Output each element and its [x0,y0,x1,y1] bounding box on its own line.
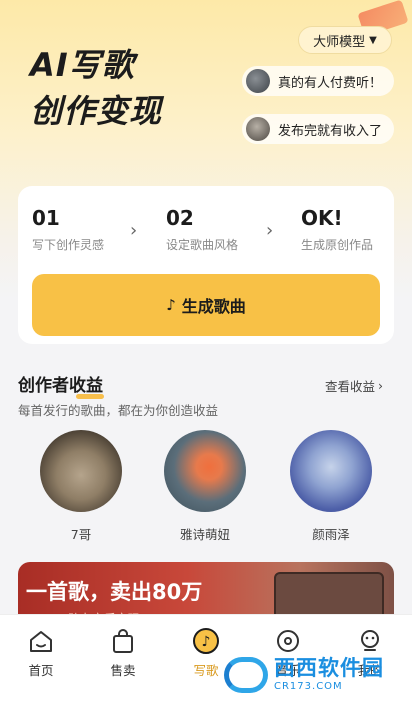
hero-title-line1: AI写歌 [30,46,135,84]
creator-avatar [40,430,122,512]
tab-home[interactable]: 首页 [11,627,71,679]
step-set-style: 02 设定歌曲风格 [166,206,238,253]
step-generate-work: OK! 生成原创作品 [301,206,373,253]
earnings-subtitle: 每首发行的歌曲，都在为你创造收益 [18,403,219,418]
shopping-bag-icon [93,627,153,655]
music-note-icon: ♪ [176,627,236,655]
svg-text:♪: ♪ [202,634,211,650]
testimonial-text: 发布完就有收入了 [278,123,383,139]
home-icon [11,627,71,655]
disc-icon [258,627,318,655]
model-select-label: 大师模型 [313,34,366,50]
triangle-down-icon: ▼ [369,34,377,46]
creator-name: 7哥 [70,527,92,542]
creator-earnings-title: 创作者收益 [18,371,104,399]
generate-song-button[interactable]: ♪ 生成歌曲 [32,274,380,336]
view-earnings-link[interactable]: 查看收益 › [325,376,383,395]
chevron-right-icon: › [378,378,384,393]
watermark-url: CR173.COM [274,681,343,692]
section-title-text: 创作者收益 [18,376,103,396]
step-number: 01 [32,206,60,230]
creator-name: 雅诗萌妞 [179,527,230,542]
chevron-right-icon: › [266,220,274,241]
steps-card: 01 写下创作灵感 › 02 设定歌曲风格 › OK! 生成原创作品 ♪ 生成歌… [18,186,394,344]
generate-song-label: 生成歌曲 [181,297,246,316]
model-select[interactable]: 大师模型 ▼ [298,26,392,54]
testimonial-text: 真的有人付费听！ [278,75,383,91]
creator-card[interactable]: 颜雨泽 [286,430,376,543]
step-write-inspiration: 01 写下创作灵感 [32,206,104,253]
banner-title: 一首歌，卖出80万 [26,580,203,604]
avatar [246,69,270,93]
watermark: 西西软件园 CR173.COM [224,654,400,696]
user-icon [340,627,400,655]
tab-label: 首页 [28,663,54,678]
step-description: 生成原创作品 [301,238,374,252]
tab-label: 售卖 [110,663,136,678]
tab-sell[interactable]: 售卖 [93,627,153,679]
testimonial-bubble: 真的有人付费听！ [242,66,395,96]
creator-name: 颜雨泽 [312,527,350,542]
watermark-text: 西西软件园 [274,656,384,680]
testimonial-bubble: 发布完就有收入了 [242,114,395,144]
creator-card[interactable]: 雅诗萌妞 [160,430,250,543]
title-underline [76,394,104,399]
watermark-logo-icon [224,657,268,693]
step-description: 写下创作灵感 [32,238,105,252]
creator-avatar [164,430,246,512]
avatar [246,117,270,141]
step-description: 设定歌曲风格 [166,238,239,252]
step-number: OK! [301,206,343,230]
creator-avatar [290,430,372,512]
hero-title: AI写歌 创作变现 [30,42,162,134]
hero-title-line2: 创作变现 [30,92,163,130]
chevron-right-icon: › [130,220,138,241]
view-earnings-label: 查看收益 [325,379,376,394]
step-number: 02 [166,206,194,230]
music-note-icon: ♪ [166,296,176,314]
creator-card[interactable]: 7哥 [36,430,126,543]
